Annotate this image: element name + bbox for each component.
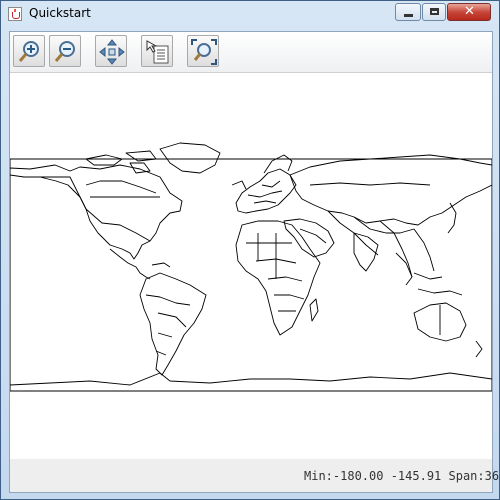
zoom-out-icon — [54, 41, 75, 62]
close-button[interactable]: ✕ — [447, 3, 491, 21]
status-bar: Min:-180.00 -145.91 Span:36 — [10, 459, 499, 492]
zoom-in-button[interactable] — [13, 35, 45, 67]
map-toolbar — [10, 32, 492, 73]
zoom-extent-button[interactable] — [187, 35, 219, 67]
zoom-in-icon — [18, 41, 39, 62]
maximize-button[interactable] — [422, 3, 446, 21]
app-window: Quickstart ✕ Min:-180.00 -145.91 Span:36 — [0, 0, 500, 500]
maximize-icon — [430, 8, 439, 15]
zoom-out-button[interactable] — [49, 35, 81, 67]
client-area: Min:-180.00 -145.91 Span:36 — [9, 31, 499, 493]
window-title: Quickstart — [29, 6, 91, 20]
map-canvas[interactable] — [9, 73, 493, 459]
map-extent-readout: Min:-180.00 -145.91 Span:36 — [304, 469, 500, 483]
country-borders — [9, 142, 493, 386]
title-bar[interactable]: Quickstart ✕ — [1, 1, 499, 27]
java-app-icon — [8, 7, 22, 21]
world-map — [9, 142, 493, 392]
info-button[interactable] — [141, 35, 173, 67]
info-icon — [146, 40, 169, 64]
pan-icon — [99, 39, 125, 65]
minimize-icon — [404, 14, 413, 17]
zoom-extent-icon — [191, 39, 217, 65]
minimize-button[interactable] — [395, 3, 421, 21]
close-icon: ✕ — [464, 4, 475, 19]
pan-button[interactable] — [95, 35, 127, 67]
